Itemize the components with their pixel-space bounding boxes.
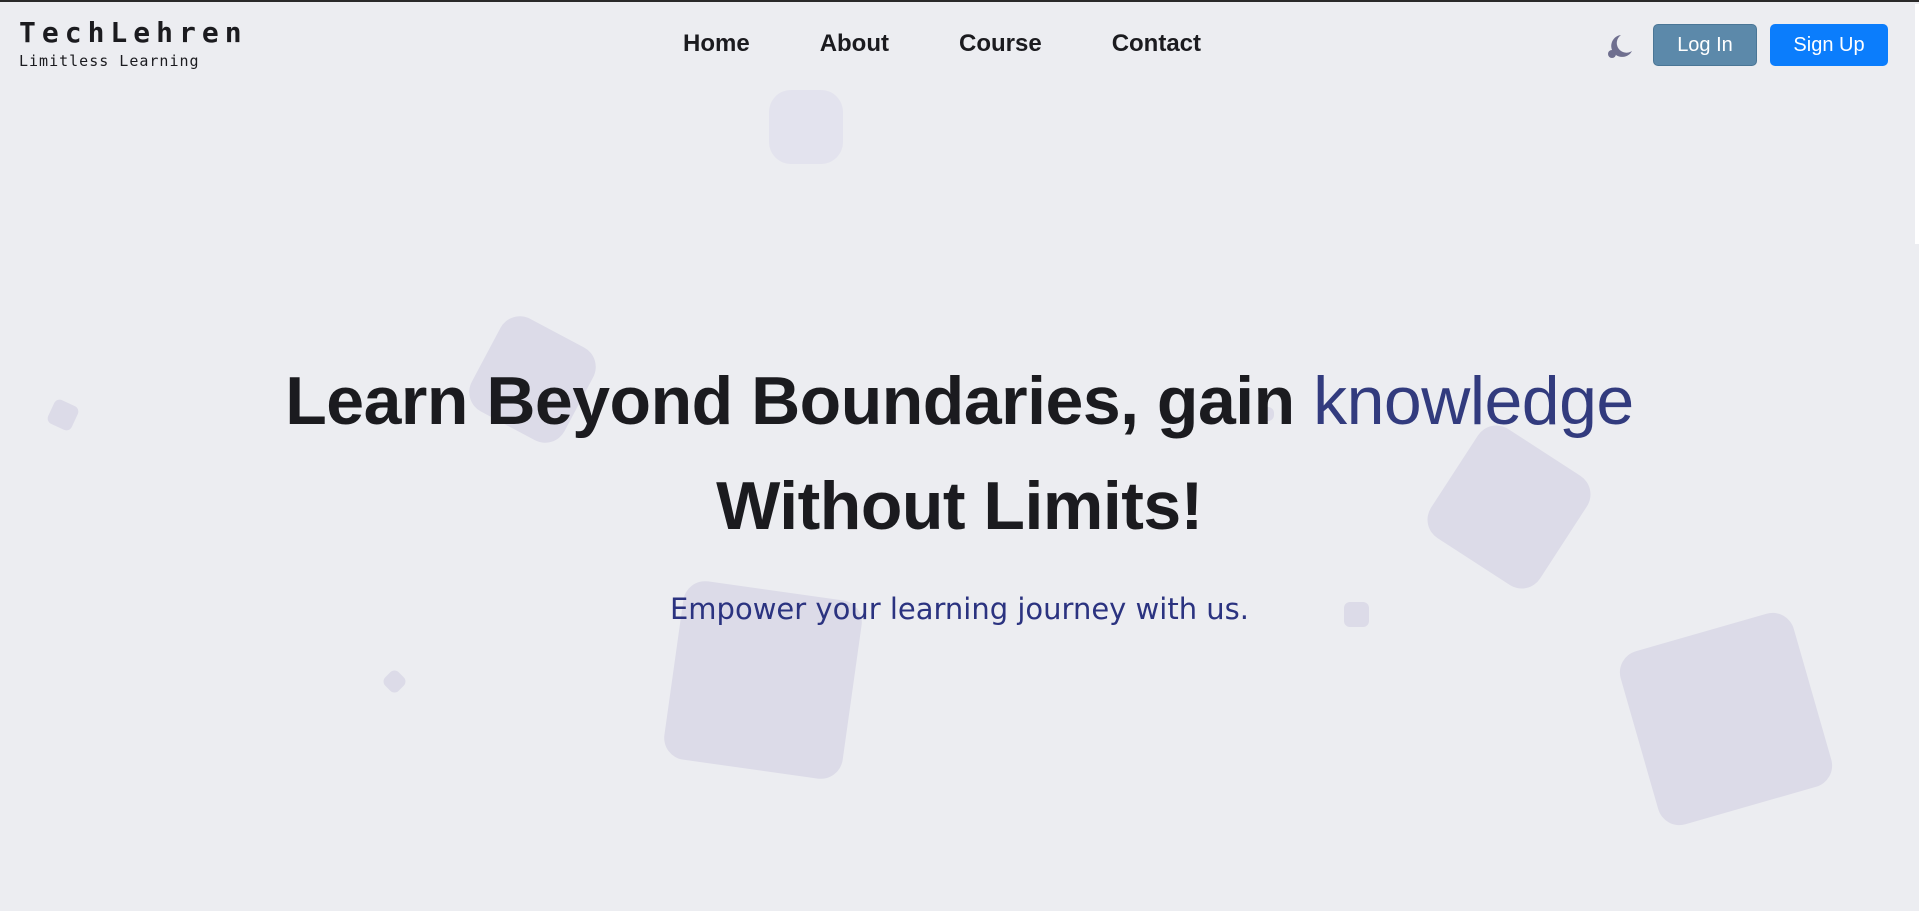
theme-toggle-button[interactable] [1604,32,1634,62]
nav-link-course[interactable]: Course [959,30,1042,58]
hero-headline: Learn Beyond Boundaries, gain knowledge [0,362,1919,440]
login-button[interactable]: Log In [1653,24,1757,66]
brand[interactable]: TechLehren Limitless Learning [19,16,248,70]
hero-subtitle: Empower your learning journey with us. [669,592,1250,626]
brand-name: TechLehren [19,16,248,49]
signup-button[interactable]: Sign Up [1770,24,1888,66]
decor-shape [381,668,408,695]
nav-link-contact[interactable]: Contact [1112,30,1201,58]
hero-headline-text: Learn Beyond Boundaries, gain [285,363,1295,439]
hero-headline-accent: knowledge [1313,363,1634,439]
decor-shape [1614,607,1838,831]
nav-link-about[interactable]: About [820,30,889,58]
main-nav: Home About Course Contact [683,30,1201,58]
page: TechLehren Limitless Learning Home About… [0,0,1919,911]
moon-icon [1608,35,1632,58]
hero-headline-line2: Without Limits! [716,468,1203,544]
nav-link-home[interactable]: Home [683,30,750,58]
decor-shape [769,90,843,164]
scrollbar[interactable] [1915,4,1919,244]
brand-tagline: Limitless Learning [19,52,200,70]
